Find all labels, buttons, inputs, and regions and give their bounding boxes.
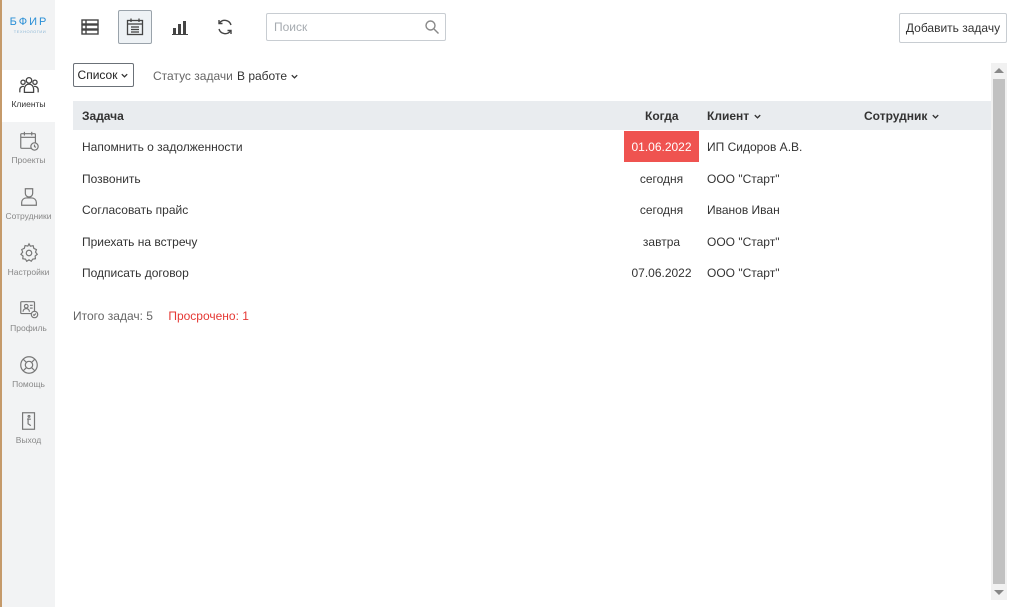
when-cell: сегодня	[624, 194, 699, 225]
task-cell: Согласовать прайс	[82, 203, 189, 217]
sidebar-item-label: Выход	[15, 435, 42, 445]
bar-chart-icon	[172, 21, 188, 35]
table-row[interactable]: Приехать на встречу завтра ООО "Старт"	[73, 226, 991, 257]
company-logo[interactable]: БФИР ТЕХНОЛОГИИ	[4, 8, 54, 40]
column-header-client[interactable]: Клиент	[707, 109, 762, 123]
refresh-icon	[218, 19, 232, 35]
table-row[interactable]: Согласовать прайс сегодня Иванов Иван	[73, 194, 991, 225]
scroll-down-arrow[interactable]	[994, 590, 1004, 595]
scroll-up-arrow[interactable]	[994, 68, 1004, 73]
when-value: сегодня	[639, 202, 684, 217]
tasks-table-header: Задача Когда Клиент Сотрудник	[73, 101, 991, 130]
table-row[interactable]: Напомнить о задолженности 01.06.2022 ИП …	[73, 131, 991, 162]
sidebar-item-label: Проекты	[11, 155, 46, 165]
sidebar-item-projects[interactable]: Проекты	[2, 126, 55, 178]
exit-door-icon	[21, 412, 35, 430]
column-header-label: Задача	[82, 109, 124, 123]
sidebar-item-label: Настройки	[7, 267, 50, 277]
gear-icon	[19, 242, 38, 263]
tasks-summary: Итого задач: 5 Просрочено: 1	[73, 309, 249, 323]
client-cell: ООО "Старт"	[707, 172, 780, 186]
search-icon[interactable]	[424, 19, 440, 35]
vertical-scrollbar[interactable]	[991, 63, 1007, 600]
view-mode-select[interactable]: Список	[73, 63, 134, 87]
list-view-icon	[81, 19, 99, 35]
chevron-down-icon	[932, 114, 940, 119]
client-cell: ИП Сидоров А.В.	[707, 140, 803, 154]
overdue-tasks-count[interactable]: Просрочено: 1	[168, 309, 249, 323]
sidebar-item-label: Сотрудники	[5, 211, 52, 221]
total-tasks-count: Итого задач: 5	[73, 309, 153, 323]
sidebar-item-clients[interactable]: Клиенты	[2, 70, 55, 122]
client-cell: Иванов Иван	[707, 203, 780, 217]
search-box	[266, 13, 446, 41]
chevron-down-icon	[291, 74, 298, 79]
client-cell: ООО "Старт"	[707, 235, 780, 249]
refresh-button[interactable]	[208, 10, 242, 44]
when-value: завтра	[642, 234, 681, 249]
sidebar-item-label: Профиль	[10, 323, 47, 333]
table-row[interactable]: Позвонить сегодня ООО "Старт"	[73, 163, 991, 194]
column-header-label: Когда	[645, 109, 679, 123]
svg-text:БФИР: БФИР	[10, 16, 49, 28]
task-cell: Подписать договор	[82, 266, 189, 280]
sidebar-item-label: Помощь	[12, 379, 45, 389]
when-value: 07.06.2022	[631, 265, 692, 280]
task-cell: Позвонить	[82, 172, 141, 186]
column-header-label: Клиент	[707, 109, 750, 123]
list-view-button[interactable]	[73, 10, 107, 44]
task-cell: Приехать на встречу	[82, 235, 198, 249]
chevron-down-icon	[121, 73, 129, 78]
profile-icon	[19, 301, 38, 319]
clients-icon	[18, 77, 39, 93]
sidebar-item-settings[interactable]: Настройки	[2, 238, 55, 290]
toolbar: Добавить задачу	[55, 0, 1024, 58]
view-mode-value: Список	[77, 68, 118, 82]
chevron-down-icon	[754, 114, 761, 119]
table-row[interactable]: Подписать договор 07.06.2022 ООО "Старт"	[73, 257, 991, 288]
calendar-icon	[126, 18, 144, 36]
chart-view-button[interactable]	[163, 10, 197, 44]
when-value: 01.06.2022	[631, 139, 692, 154]
when-cell: 07.06.2022	[624, 257, 699, 288]
sidebar-item-label: Клиенты	[11, 99, 46, 109]
sidebar-item-employees[interactable]: Сотрудники	[2, 182, 55, 234]
lifebuoy-icon	[19, 356, 38, 374]
status-filter-value: В работе	[237, 69, 288, 83]
when-value: сегодня	[639, 171, 684, 186]
sidebar-item-help[interactable]: Помощь	[2, 350, 55, 402]
column-header-when[interactable]: Когда	[645, 109, 679, 123]
filters-bar: Список Статус задачи В работе	[73, 63, 473, 87]
projects-icon	[19, 131, 39, 151]
sidebar: БФИР ТЕХНОЛОГИИ Клиенты Проекты Сотрудни…	[2, 0, 55, 607]
task-cell: Напомнить о задолженности	[82, 140, 243, 154]
column-header-task[interactable]: Задача	[82, 109, 124, 123]
calendar-view-button[interactable]	[118, 10, 152, 44]
add-task-button[interactable]: Добавить задачу	[899, 13, 1007, 43]
when-cell: сегодня	[624, 163, 699, 194]
status-filter-label: Статус задачи	[153, 69, 233, 83]
scrollbar-thumb[interactable]	[993, 79, 1005, 584]
status-filter-dropdown[interactable]: В работе	[237, 69, 299, 83]
sidebar-item-exit[interactable]: Выход	[2, 406, 55, 458]
sidebar-item-profile[interactable]: Профиль	[2, 294, 55, 346]
when-cell-overdue: 01.06.2022	[624, 131, 699, 162]
search-input[interactable]	[267, 14, 417, 40]
client-cell: ООО "Старт"	[707, 266, 780, 280]
column-header-label: Сотрудник	[864, 109, 928, 123]
employees-icon	[20, 188, 37, 206]
when-cell: завтра	[624, 226, 699, 257]
column-header-employee[interactable]: Сотрудник	[864, 109, 940, 123]
svg-text:ТЕХНОЛОГИИ: ТЕХНОЛОГИИ	[14, 29, 46, 34]
